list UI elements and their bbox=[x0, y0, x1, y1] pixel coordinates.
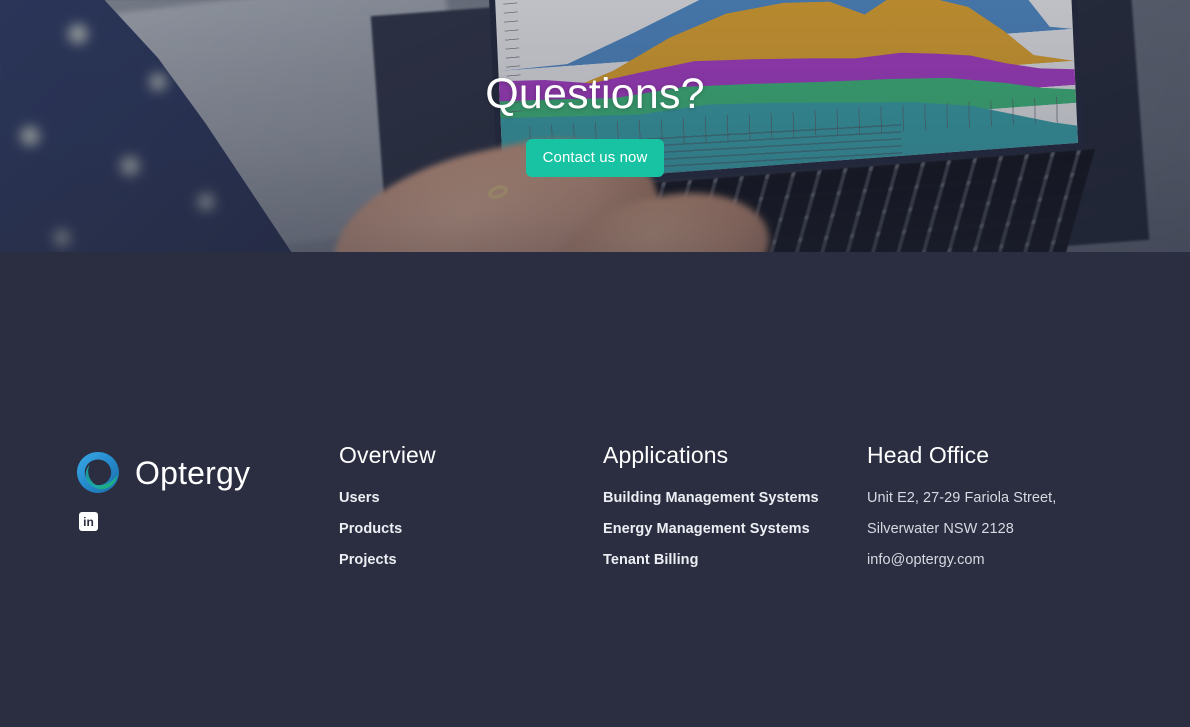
footer-column-applications: Applications Building Management Systems… bbox=[603, 442, 863, 568]
footer-heading-applications: Applications bbox=[603, 442, 729, 468]
footer-link-building-management-systems[interactable]: Building Management Systems bbox=[603, 490, 863, 506]
optergy-swirl-logo-icon bbox=[75, 450, 121, 496]
footer-link-tenant-billing[interactable]: Tenant Billing bbox=[603, 552, 863, 568]
footer-column-head-office: Head Office Unit E2, 27-29 Fariola Stree… bbox=[867, 442, 1157, 583]
footer-column-overview: Overview Users Products Projects bbox=[339, 442, 589, 568]
site-footer: Optergy in Overview Users Products Proje… bbox=[0, 252, 1190, 727]
footer-link-projects[interactable]: Projects bbox=[339, 552, 589, 568]
footer-link-products[interactable]: Products bbox=[339, 521, 589, 537]
footer-inner: Optergy in Overview Users Products Proje… bbox=[0, 252, 1190, 727]
address-line-1: Unit E2, 27-29 Fariola Street, bbox=[867, 490, 1057, 506]
contact-us-button[interactable]: Contact us now bbox=[525, 139, 665, 178]
hero-title: Questions? bbox=[485, 70, 705, 118]
footer-brand-column: Optergy in bbox=[75, 450, 325, 531]
contact-email[interactable]: info@optergy.com bbox=[867, 552, 1157, 568]
linkedin-icon[interactable]: in bbox=[79, 512, 98, 531]
social-links: in bbox=[79, 512, 325, 531]
footer-heading-overview: Overview bbox=[339, 442, 436, 468]
footer-link-users[interactable]: Users bbox=[339, 490, 589, 506]
address-line-2: Silverwater NSW 2128 bbox=[867, 521, 1014, 537]
brand-row: Optergy bbox=[75, 450, 325, 496]
brand-name: Optergy bbox=[135, 454, 251, 491]
hero-section: Questions? Contact us now bbox=[0, 0, 1190, 252]
footer-heading-head-office: Head Office bbox=[867, 442, 990, 468]
hero-content: Questions? Contact us now bbox=[0, 0, 1190, 252]
footer-link-energy-management-systems[interactable]: Energy Management Systems bbox=[603, 521, 863, 537]
